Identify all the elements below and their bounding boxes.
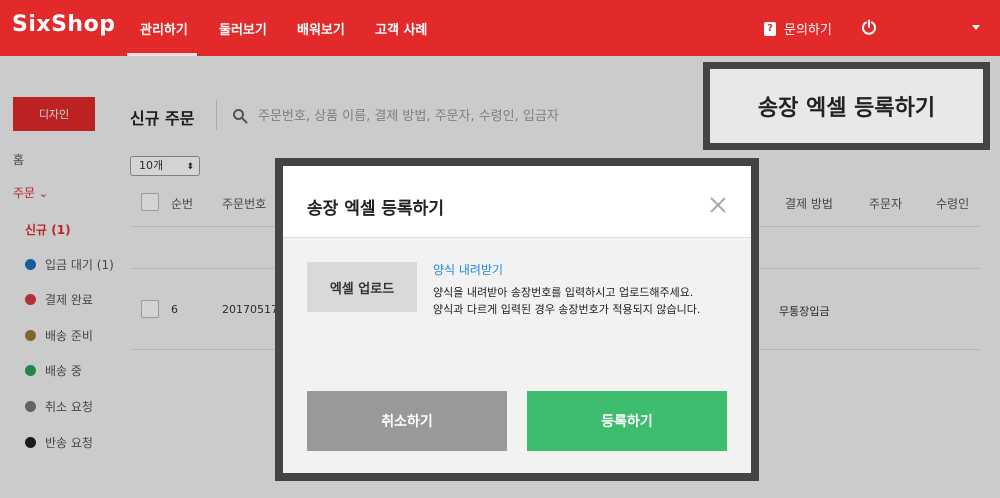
download-template-link[interactable]: 양식 내려받기	[433, 261, 503, 278]
callout-label: 송장 엑셀 등록하기	[703, 62, 990, 150]
caret-down-icon[interactable]	[972, 25, 980, 30]
help-text-line1: 양식을 내려받아 송장번호를 입력하시고 업로드해주세요.	[433, 286, 694, 299]
help-text-line2: 양식과 다르게 입력된 경우 송장번호가 적용되지 않습니다.	[433, 303, 701, 316]
nav-learn[interactable]: 배워보기	[297, 19, 345, 38]
modal-header: 송장 엑셀 등록하기	[283, 166, 751, 238]
help-label: 문의하기	[784, 23, 832, 38]
question-icon: ?	[764, 21, 776, 36]
logo[interactable]: SixShop	[12, 12, 115, 37]
nav-manage[interactable]: 관리하기	[140, 19, 188, 38]
nav-browse[interactable]: 둘러보기	[219, 19, 267, 38]
excel-upload-button[interactable]: 엑셀 업로드	[307, 262, 417, 312]
top-nav: SixShop 관리하기 둘러보기 배워보기 고객 사례 ? 문의하기	[0, 0, 1000, 56]
cancel-button[interactable]: 취소하기	[307, 391, 507, 451]
help-button[interactable]: ? 문의하기	[764, 19, 832, 38]
modal-title: 송장 엑셀 등록하기	[307, 199, 444, 219]
power-icon[interactable]	[861, 19, 877, 35]
upload-invoice-modal: 송장 엑셀 등록하기 엑셀 업로드 양식 내려받기 양식을 내려받아 송장번호를…	[275, 158, 759, 481]
nav-cases[interactable]: 고객 사례	[375, 19, 427, 38]
close-icon[interactable]	[709, 196, 727, 214]
submit-button[interactable]: 등록하기	[527, 391, 727, 451]
